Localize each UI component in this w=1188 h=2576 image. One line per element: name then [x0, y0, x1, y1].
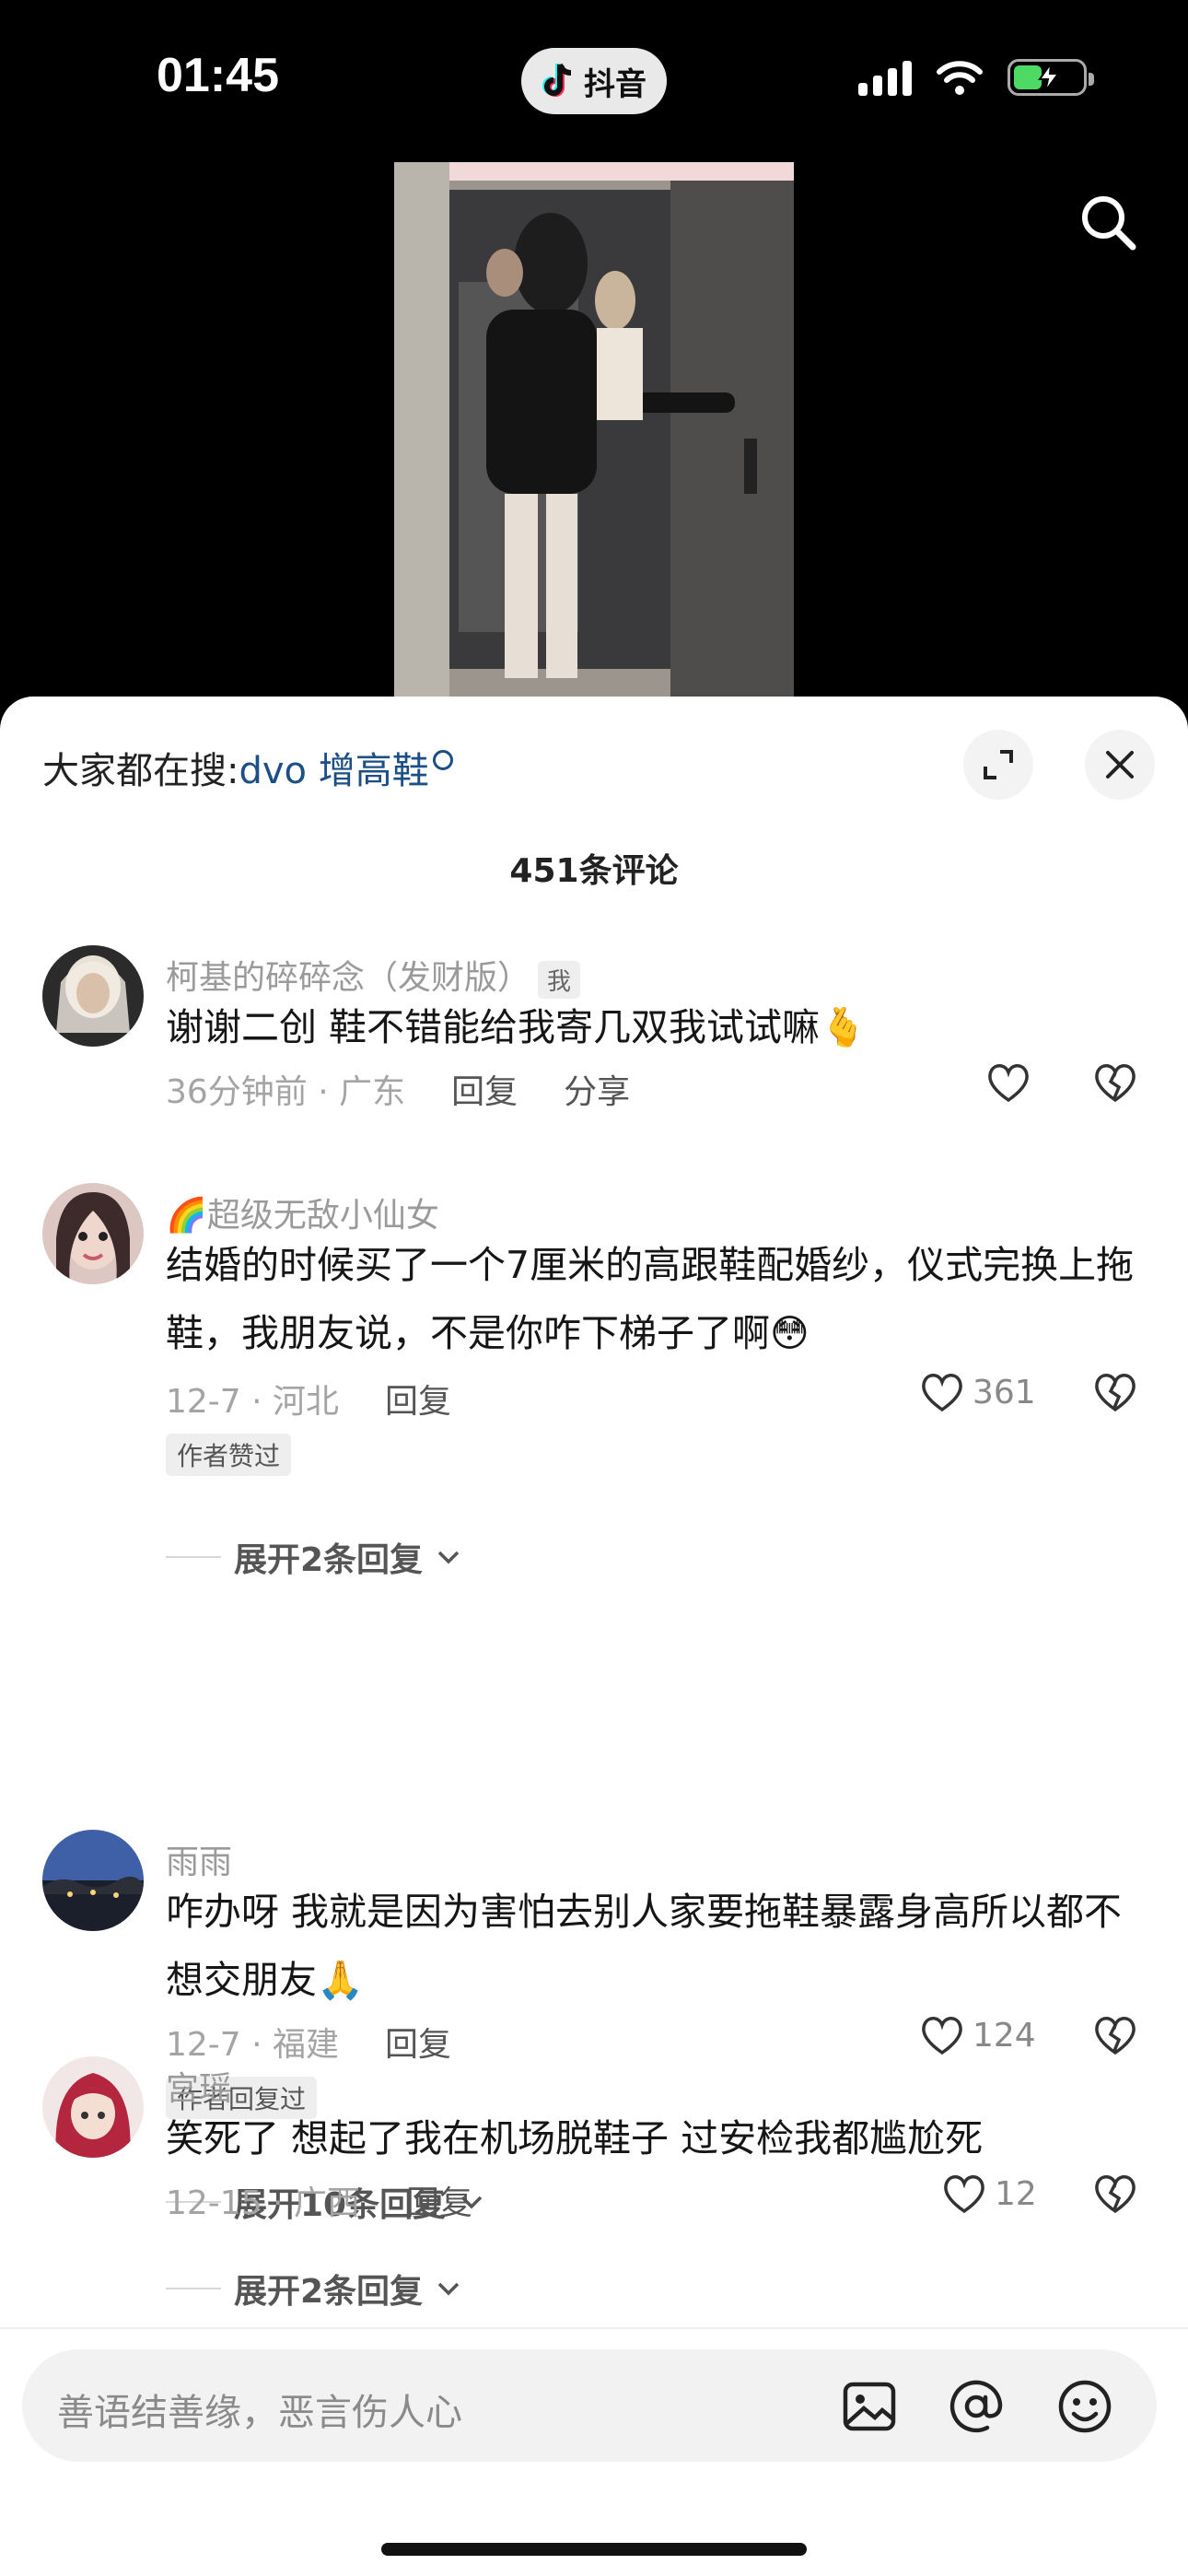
- mini-search-icon: [432, 750, 453, 770]
- image-icon[interactable]: [840, 2377, 899, 2436]
- comment-username[interactable]: 雨雨: [166, 1835, 232, 1883]
- divider: [166, 1556, 221, 1558]
- expand-replies-button[interactable]: 展开2条回复: [166, 1533, 461, 1581]
- like-button[interactable]: 124: [919, 2014, 1036, 2056]
- wifi-icon: [937, 61, 983, 95]
- avatar[interactable]: [42, 2056, 144, 2158]
- comment-username[interactable]: 🌈超级无敌小仙女: [166, 1188, 439, 1236]
- comment-input-bar: 善语结善缘，恶言伤人心: [0, 2327, 1188, 2576]
- divider: [166, 2288, 221, 2289]
- battery-charging-icon: [1007, 59, 1094, 96]
- comment-count: 451条评论: [509, 852, 679, 890]
- comment-meta: 12-15 · 广西 回复: [166, 2176, 472, 2224]
- close-icon: [1106, 751, 1134, 779]
- broken-heart-icon[interactable]: [1092, 1371, 1138, 1413]
- comment-text[interactable]: 结婚的时候买了一个7厘米的高跟鞋配婚纱，仪式完换上拖鞋，我朋友说，不是你咋下梯子…: [166, 1231, 1142, 1367]
- chevron-down-icon: [437, 1551, 460, 1564]
- chevron-down-icon: [437, 2282, 460, 2296]
- signal-icon: [858, 59, 912, 96]
- expand-icon: [984, 750, 1013, 779]
- expand-replies-button[interactable]: 展开2条回复: [166, 2265, 461, 2313]
- hot-search-keyword[interactable]: dvo 增高鞋: [239, 750, 428, 792]
- comment-meta: 36分钟前 · 广东 回复 分享: [166, 1065, 630, 1113]
- tiktok-logo-icon: [542, 63, 572, 97]
- emoji-icon[interactable]: [1055, 2377, 1114, 2436]
- comment-username[interactable]: 宫瑶: [166, 2062, 232, 2110]
- avatar[interactable]: [42, 1183, 144, 1284]
- video-frame-image: [394, 162, 794, 697]
- broken-heart-icon[interactable]: [1092, 2172, 1138, 2215]
- hot-search-label: 大家都在搜:: [42, 750, 239, 792]
- broken-heart-icon[interactable]: [1092, 1061, 1138, 1104]
- like-button[interactable]: 361: [919, 1371, 1036, 1413]
- app-name: 抖音: [584, 65, 646, 103]
- time-location: 12-7 · 河北: [166, 1383, 340, 1421]
- like-count: 361: [973, 1373, 1036, 1411]
- comment-input[interactable]: 善语结善缘，恶言伤人心: [22, 2349, 1157, 2462]
- expand-replies-label: 展开2条回复: [234, 1541, 424, 1579]
- hot-search[interactable]: 大家都在搜:dvo 增高鞋: [42, 741, 453, 794]
- status-bar: 01:45 抖音: [0, 0, 1188, 166]
- reply-button[interactable]: 回复: [385, 2026, 451, 2064]
- comment-meta: 12-7 · 福建 回复: [166, 2018, 451, 2066]
- comment-meta: 12-7 · 河北 回复: [166, 1375, 451, 1423]
- comment-sheet: 大家都在搜:dvo 增高鞋 451条评论 柯基的碎碎念（发财版）我 谢谢二创 鞋…: [0, 697, 1188, 2576]
- sheet-header: 大家都在搜:dvo 增高鞋 451条评论: [0, 697, 1188, 890]
- author-liked-tag: 作者赞过: [166, 1434, 292, 1476]
- comment-text[interactable]: 谢谢二创 鞋不错能给我寄几双我试试嘛🫰: [166, 993, 1142, 1061]
- time-location: 36分钟前 · 广东: [166, 1073, 406, 1111]
- status-icons: [858, 59, 1094, 96]
- comment-username[interactable]: 柯基的碎碎念（发财版）我: [166, 951, 581, 999]
- avatar[interactable]: [42, 1830, 144, 1931]
- reply-button[interactable]: 回复: [451, 1073, 518, 1111]
- share-button[interactable]: 分享: [564, 1073, 630, 1111]
- time-location: 12-15 · 广西: [166, 2184, 360, 2222]
- comment-text[interactable]: 咋办呀 我就是因为害怕去别人家要拖鞋暴露身高所以都不想交朋友🙏: [166, 1878, 1142, 2014]
- like-count: 124: [973, 2016, 1036, 2055]
- comment-text[interactable]: 笑死了 想起了我在机场脱鞋子 过安检我都尴尬死: [166, 2104, 1142, 2172]
- video-player[interactable]: [394, 162, 794, 697]
- time-location: 12-7 · 福建: [166, 2026, 340, 2064]
- heart-icon: [922, 2017, 962, 2055]
- home-indicator[interactable]: [381, 2543, 807, 2556]
- close-button[interactable]: [1085, 730, 1155, 800]
- expand-button[interactable]: [963, 730, 1033, 800]
- heart-icon: [922, 1374, 962, 1412]
- expand-replies-label: 展开2条回复: [234, 2273, 424, 2311]
- like-button[interactable]: [985, 1061, 1039, 1104]
- like-button[interactable]: 12: [941, 2172, 1037, 2215]
- search-icon[interactable]: [1076, 190, 1140, 254]
- status-time: 01:45: [157, 49, 279, 102]
- heart-icon: [944, 2175, 984, 2214]
- like-count: 12: [995, 2174, 1037, 2213]
- avatar[interactable]: [42, 945, 144, 1047]
- reply-button[interactable]: 回复: [385, 1383, 451, 1421]
- broken-heart-icon[interactable]: [1092, 2014, 1138, 2056]
- reply-button[interactable]: 回复: [406, 2184, 472, 2222]
- username-text: 柯基的碎碎念（发财版）: [166, 959, 531, 997]
- at-icon[interactable]: [947, 2377, 1006, 2436]
- app-pill[interactable]: 抖音: [521, 48, 667, 114]
- heart-icon: [988, 1064, 1029, 1103]
- input-placeholder: 善语结善缘，恶言伤人心: [57, 2392, 462, 2434]
